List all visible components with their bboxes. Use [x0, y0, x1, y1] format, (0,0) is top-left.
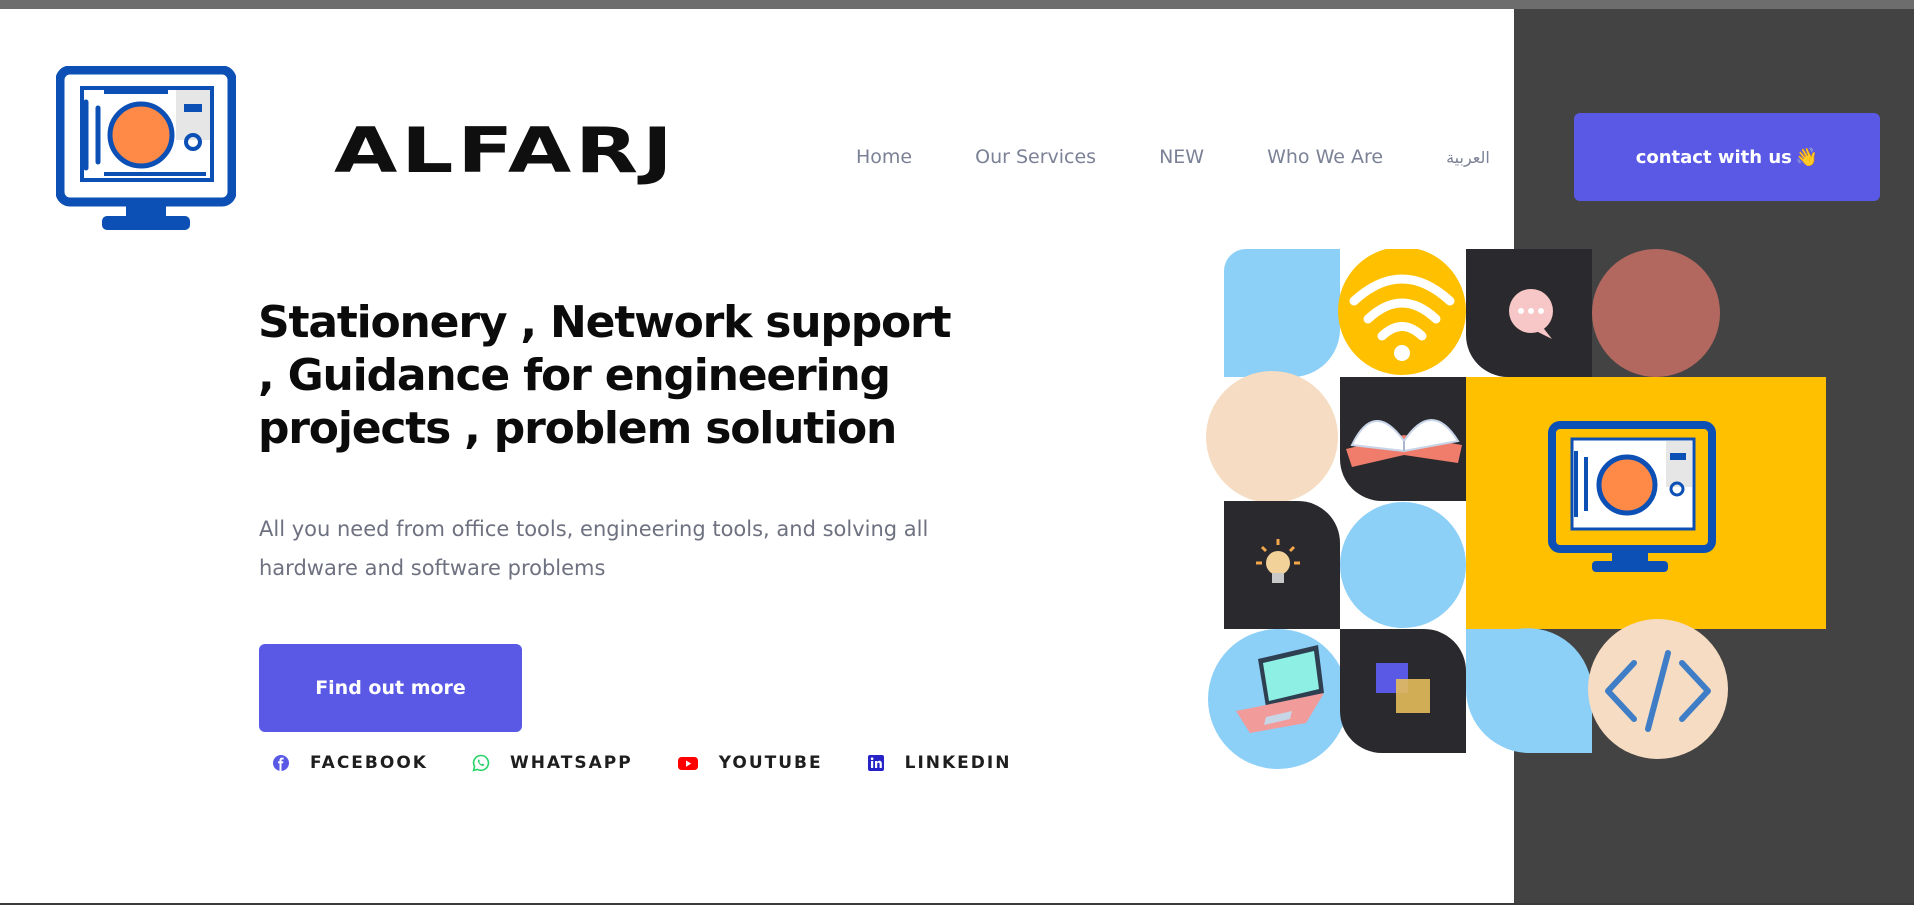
main-nav: Home Our Services NEW Who We Are العربية [856, 146, 1490, 168]
find-out-more-button[interactable]: Find out more [259, 644, 522, 732]
contact-button-label: contact with us [1635, 146, 1792, 168]
wifi-icon [1338, 249, 1466, 375]
hero-subtitle: All you need from office tools, engineer… [259, 517, 929, 580]
mosaic-leaf-light-blue-1 [1224, 249, 1340, 377]
social-link-whatsapp[interactable]: WHATSAPP [472, 753, 633, 773]
open-book-icon [1340, 377, 1466, 501]
monitor-logo-tile [1466, 377, 1826, 629]
chat-bubble-icon [1466, 249, 1592, 377]
monitor-logo-icon[interactable] [56, 66, 236, 238]
code-brackets-icon [1588, 619, 1728, 759]
services-mosaic-illustration [1206, 249, 1826, 769]
social-link-youtube[interactable]: YOUTUBE [677, 753, 823, 773]
social-label-whatsapp: WHATSAPP [509, 753, 633, 773]
social-link-facebook[interactable]: FACEBOOK [272, 753, 428, 773]
laptop-icon [1208, 629, 1348, 769]
facebook-icon [273, 755, 289, 771]
nav-item-new[interactable]: NEW [1159, 146, 1204, 168]
social-label-youtube: YOUTUBE [718, 753, 823, 773]
social-label-linkedin: LINKEDIN [904, 753, 1012, 773]
browser-top-bar [0, 0, 1914, 9]
hero-title: Stationery , Network support , Guidance … [258, 297, 952, 454]
social-link-linkedin[interactable]: LINKEDIN [867, 753, 1012, 773]
mosaic-circle-light-blue [1340, 502, 1466, 628]
nav-item-arabic[interactable]: العربية [1446, 148, 1490, 167]
waving-hand-icon: 👋 [1795, 146, 1819, 168]
mosaic-circle-brown [1592, 249, 1720, 377]
contact-button[interactable]: contact with us 👋 [1574, 113, 1880, 201]
nav-item-who-we-are[interactable]: Who We Are [1267, 146, 1383, 168]
nav-item-our-services[interactable]: Our Services [975, 146, 1096, 168]
social-links: FACEBOOK WHATSAPP YOUTUBE LINKEDIN [272, 750, 1011, 776]
layers-icon [1340, 629, 1466, 753]
lightbulb-icon [1224, 501, 1340, 629]
mosaic-circle-beige [1206, 371, 1338, 503]
nav-item-home[interactable]: Home [856, 146, 912, 168]
whatsapp-icon [472, 754, 490, 772]
mosaic-leaf-light-blue-2 [1466, 628, 1593, 754]
youtube-icon [677, 757, 698, 770]
linkedin-icon [867, 755, 884, 771]
brand-wordmark[interactable]: ALFARJ [334, 114, 677, 187]
social-label-facebook: FACEBOOK [310, 753, 428, 773]
